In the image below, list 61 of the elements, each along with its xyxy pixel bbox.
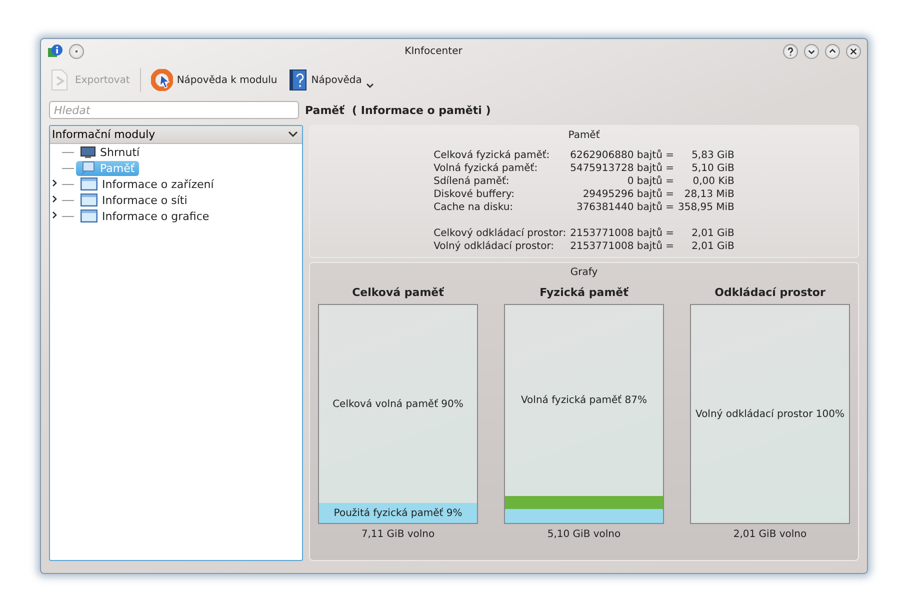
- free-label: Celková volná paměť 90%: [332, 398, 464, 410]
- byte-count: 0 bajtů =: [626, 175, 674, 188]
- help-icon: [786, 46, 795, 56]
- sidebar-item[interactable]: Informace o grafice: [76, 208, 214, 224]
- folder-icon: [80, 177, 98, 191]
- help-book-icon: [289, 69, 308, 91]
- search-field[interactable]: Hledat: [49, 101, 299, 119]
- byte-count: 376381440 bajtů =: [575, 201, 674, 214]
- module-heading: Paměť ( Informace o paměti ): [305, 104, 491, 116]
- graph-title: Celková paměť: [352, 286, 444, 299]
- byte-count: 5475913728 bajtů =: [569, 162, 674, 175]
- free-label: Volná fyzická paměť 87%: [520, 394, 647, 406]
- free-amount: 7,11 GiB volno: [361, 529, 435, 540]
- section-title: Paměť: [568, 130, 600, 141]
- free-amount: 2,01 GiB volno: [733, 529, 807, 540]
- memory-size: 358,95 MiB: [676, 201, 734, 214]
- toolbar-button[interactable]: Nápověda: [287, 67, 376, 93]
- module-dropdown[interactable]: Informační moduly: [50, 126, 302, 144]
- sidebar-item[interactable]: Informace o síti: [76, 192, 192, 208]
- memory-size: 2,01 GiB: [690, 227, 734, 240]
- window-title: KInfocenter: [404, 46, 464, 56]
- memory-label: Cache na disku:: [434, 201, 514, 214]
- computer-icon: [80, 161, 96, 175]
- chevron-up-icon: [828, 46, 837, 56]
- memory-size: 2,01 GiB: [690, 240, 734, 253]
- monitor-icon: [80, 145, 96, 159]
- minimize-button[interactable]: [804, 44, 819, 58]
- memory-label: Sdílená paměť:: [434, 175, 510, 188]
- maximize-button[interactable]: [825, 44, 840, 58]
- folder-icon: [80, 193, 98, 207]
- memory-size: 0,00 KiB: [692, 175, 734, 188]
- help-button[interactable]: [783, 44, 798, 58]
- toolbar-button[interactable]: Nápověda k modulu: [148, 67, 280, 93]
- sidebar-item[interactable]: Shrnutí: [76, 144, 144, 160]
- close-button[interactable]: [846, 44, 861, 58]
- chevron-down-icon: [288, 131, 298, 138]
- byte-count: 6262906880 bajtů =: [569, 149, 674, 162]
- memory-label: Diskové buffery:: [434, 188, 516, 201]
- memory-size: 5,83 GiB: [690, 149, 734, 162]
- memory-label: Celkový odkládací prostor:: [434, 227, 566, 240]
- menu-button[interactable]: [69, 44, 84, 58]
- lifebuoy-icon: [150, 69, 173, 91]
- info-icon: [47, 43, 63, 59]
- graph-title: Fyzická paměť: [540, 286, 628, 299]
- memory-label: Volný odkládací prostor:: [434, 240, 555, 253]
- byte-count: 2153771008 bajtů =: [569, 240, 674, 253]
- free-label: Volný odkládací prostor 100%: [696, 408, 844, 420]
- sidebar-item[interactable]: Informace o zařízení: [76, 176, 218, 192]
- folder-icon: [80, 209, 98, 223]
- memory-label: Volná fyzická paměť:: [434, 162, 539, 175]
- close-icon: [849, 46, 858, 56]
- usage-segment: Použitá fyzická paměť 9%: [319, 503, 477, 523]
- section-title: Grafy: [570, 267, 598, 278]
- free-amount: 5,10 GiB volno: [547, 529, 621, 540]
- byte-count: 29495296 bajtů =: [582, 188, 674, 201]
- memory-size: 5,10 GiB: [690, 162, 734, 175]
- memory-size: 28,13 MiB: [683, 188, 734, 201]
- graph-title: Odkládací prostor: [714, 286, 826, 299]
- dot-icon: [75, 50, 78, 52]
- memory-label: Celková fyzická paměť:: [434, 149, 551, 162]
- byte-count: 2153771008 bajtů =: [569, 227, 674, 240]
